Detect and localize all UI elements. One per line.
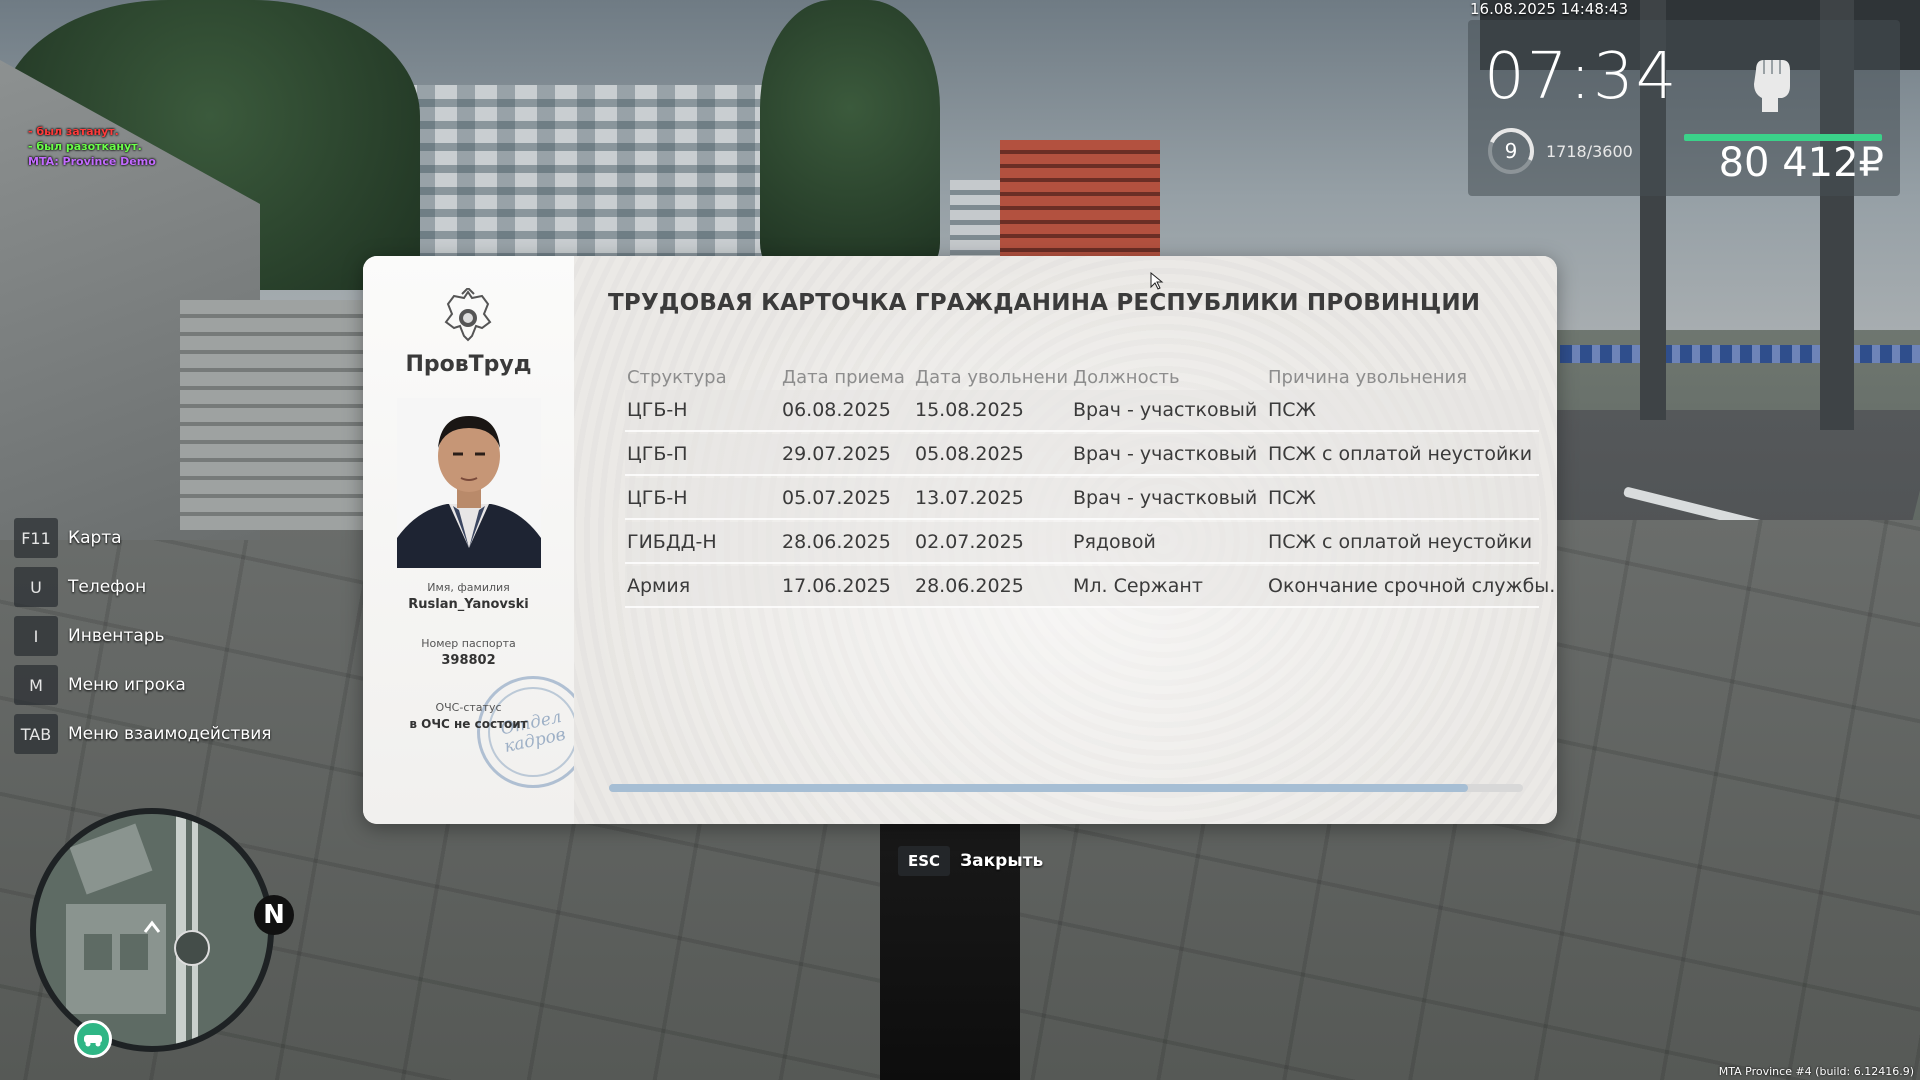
table-cell: ПСЖ [1268, 487, 1317, 509]
column-header: Дата увольнени [915, 366, 1069, 388]
minimap-building [84, 934, 112, 970]
table-cell: ПСЖ [1268, 399, 1317, 421]
keybind-label: Меню взаимодействия [68, 724, 272, 744]
table-row: ЦГБ-Н 05.07.2025 13.07.2025 Врач - участков… [625, 478, 1539, 520]
player-position-arrow [143, 920, 161, 933]
level-number: 9 [1504, 139, 1518, 163]
keybind-hint: U Телефон [14, 567, 272, 607]
keybind-key: M [14, 665, 58, 705]
table-cell: Врач - участковый [1073, 443, 1258, 465]
minimap-building [120, 934, 148, 970]
keybind-key: I [14, 616, 58, 656]
apartment-building [395, 85, 795, 285]
ochs-label: ОЧС-статус [435, 701, 502, 714]
keybind-hint: I Инвентарь [14, 616, 272, 656]
minimap-building [69, 823, 153, 895]
table-cell: 02.07.2025 [915, 531, 1024, 553]
table-cell: ЦГБ-Н [627, 487, 688, 509]
keybind-label: Меню игрока [68, 675, 186, 695]
chat-message: - был затанут. [28, 125, 119, 138]
hud-clock: 07:34 [1484, 40, 1679, 114]
close-hint[interactable]: ESC Закрыть [898, 846, 1043, 876]
column-header: Причина увольнения [1268, 366, 1468, 388]
scrollbar-thumb[interactable] [609, 784, 1469, 792]
keybind-label: Карта [68, 528, 122, 548]
keybind-key: F11 [14, 518, 58, 558]
close-button[interactable]: Закрыть [960, 851, 1043, 871]
vehicle-icon [74, 1020, 112, 1058]
table-cell: ПСЖ с оплатой неустойки [1268, 443, 1533, 465]
fist-icon [1754, 60, 1790, 112]
keybind-hints: F11 Карта U Телефон I Инвентарь M Меню игрока TA… [14, 518, 272, 763]
table-header: Структура Дата приема Дата увольнени Должно… [625, 364, 1539, 390]
compass-north: N [254, 895, 294, 935]
table-cell: ЦГБ-Н [627, 399, 688, 421]
organization-name: ПровТруд [405, 352, 532, 377]
table-row: ЦГБ-П 29.07.2025 05.08.2025 Врач - участков… [625, 434, 1539, 476]
table-row: ЦГБ-Н 06.08.2025 15.08.2025 Врач - участков… [625, 390, 1539, 432]
chat-message: MTA: Province Demo [28, 155, 156, 168]
table-cell: Врач - участковый [1073, 487, 1258, 509]
table-cell: ГИБДД-Н [627, 531, 717, 553]
table-cell: Окончание срочной службы. [1268, 575, 1556, 597]
money-balance: 80 412₽ [1718, 140, 1884, 186]
table-cell: 05.07.2025 [782, 487, 891, 509]
build-info: MTA Province #4 (build: 6.12416.9) [1718, 1065, 1914, 1078]
column-header: Структура [627, 366, 727, 388]
citizen-photo [397, 398, 541, 568]
column-header: Дата приема [782, 366, 905, 388]
document-title: ТРУДОВАЯ КАРТОЧКА ГРАЖДАНИНА РЕСПУБЛИКИ … [608, 290, 1481, 316]
table-cell: Рядовой [1073, 531, 1156, 553]
coat-of-arms-icon [444, 288, 492, 342]
table-cell: 29.07.2025 [782, 443, 891, 465]
passport-value: 398802 [441, 653, 496, 668]
horizontal-scrollbar[interactable] [609, 784, 1523, 792]
table-cell: 05.08.2025 [915, 443, 1024, 465]
table-cell: 17.06.2025 [782, 575, 891, 597]
table-body: ЦГБ-Н 06.08.2025 15.08.2025 Врач - участков… [625, 390, 1556, 608]
table-cell: Армия [627, 575, 691, 597]
name-label: Имя, фамилия [427, 581, 510, 594]
table-cell: 28.06.2025 [915, 575, 1024, 597]
hr-stamp: Отдел кадров [477, 676, 589, 788]
employment-history-table: Структура Дата приема Дата увольнени Должно… [625, 364, 1556, 610]
keybind-hint: TAB Меню взаимодействия [14, 714, 272, 754]
esc-key[interactable]: ESC [898, 846, 951, 876]
employment-card-window: ПровТруд Имя, фамилия Ruslan_Yanovski Но… [363, 256, 1557, 824]
chat-message: - был разотканут. [28, 140, 142, 153]
keybind-hint: F11 Карта [14, 518, 272, 558]
keybind-key: TAB [14, 714, 58, 754]
table-cell: ЦГБ-П [627, 443, 688, 465]
keybind-key: U [14, 567, 58, 607]
table-cell: 06.08.2025 [782, 399, 891, 421]
name-value: Ruslan_Yanovski [408, 597, 529, 612]
minimap-road [176, 814, 186, 1046]
table-cell: 28.06.2025 [782, 531, 891, 553]
table-cell: ПСЖ с оплатой неустойки [1268, 531, 1533, 553]
xp-counter: 1718/3600 [1546, 142, 1633, 161]
mouse-cursor-icon [1150, 272, 1164, 290]
column-header: Должность [1073, 366, 1180, 388]
player-character [880, 800, 1020, 1080]
table-row: Армия 17.06.2025 28.06.2025 Мл. Сержант Окон… [625, 566, 1556, 608]
stairs [180, 300, 380, 530]
hud-datetime: 16.08.2025 14:48:43 [1470, 0, 1629, 18]
card-sidebar: ПровТруд Имя, фамилия Ruslan_Yanovski Но… [363, 256, 589, 824]
keybind-label: Телефон [68, 577, 147, 597]
table-cell: 15.08.2025 [915, 399, 1024, 421]
train-station-icon [174, 930, 210, 966]
table-cell: Мл. Сержант [1073, 575, 1203, 597]
table-cell: 13.07.2025 [915, 487, 1024, 509]
ochs-value: в ОЧС не состоит [409, 717, 528, 731]
table-cell: Врач - участковый [1073, 399, 1258, 421]
passport-label: Номер паспорта [421, 637, 516, 650]
keybind-hint: M Меню игрока [14, 665, 272, 705]
tree [760, 0, 940, 270]
table-row: ГИБДД-Н 28.06.2025 02.07.2025 Рядовой ПСЖ с … [625, 522, 1539, 564]
chat-log: - был затанут. - был разотканут. MTA: Prov… [28, 124, 156, 169]
railing [1560, 345, 1920, 363]
keybind-label: Инвентарь [68, 626, 165, 646]
